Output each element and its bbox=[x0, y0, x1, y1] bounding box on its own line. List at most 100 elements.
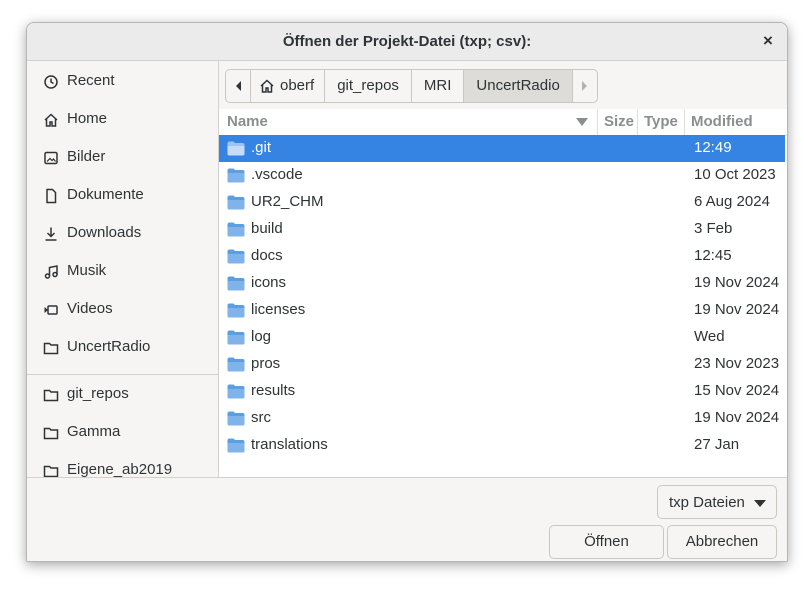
sidebar-item-label: Bilder bbox=[67, 148, 106, 165]
folder-icon bbox=[43, 465, 59, 477]
file-row[interactable]: results 15 Nov 2024 bbox=[219, 378, 785, 405]
sidebar-item-uncertradio[interactable]: UncertRadio bbox=[27, 331, 218, 365]
file-row[interactable]: pros 23 Nov 2023 bbox=[219, 351, 785, 378]
folder-icon bbox=[227, 195, 245, 210]
folder-icon bbox=[227, 357, 245, 372]
path-segment-label: oberf bbox=[280, 77, 315, 94]
close-button[interactable]: × bbox=[759, 32, 777, 50]
path-segment-oberf[interactable]: oberf bbox=[251, 70, 326, 102]
file-modified: 12:49 bbox=[694, 139, 732, 156]
sidebar-item-home[interactable]: Home bbox=[27, 103, 218, 137]
path-segment-label: git_repos bbox=[337, 77, 399, 94]
dialog-title: Öffnen der Projekt-Datei (txp; csv): bbox=[282, 33, 532, 50]
folder-icon bbox=[227, 384, 245, 399]
sidebar-item-recent[interactable]: Recent bbox=[27, 65, 218, 99]
sort-descending-icon[interactable] bbox=[576, 118, 588, 126]
music-icon bbox=[44, 265, 58, 279]
file-name: icons bbox=[251, 274, 287, 291]
file-modified: 23 Nov 2023 bbox=[694, 355, 780, 372]
sidebar-item-musik[interactable]: Musik bbox=[27, 255, 218, 289]
file-row[interactable]: build 3 Feb bbox=[219, 216, 785, 243]
sidebar-item-label: Videos bbox=[67, 300, 113, 317]
home-icon bbox=[44, 113, 58, 127]
path-segment-label: MRI bbox=[423, 77, 452, 94]
sidebar-item-gamma[interactable]: Gamma bbox=[27, 416, 218, 450]
file-browser: oberf git_repos MRI UncertRadio Name Siz… bbox=[219, 61, 787, 477]
sidebar-item-downloads[interactable]: Downloads bbox=[27, 217, 218, 251]
file-type-filter-dropdown[interactable]: txp Dateien bbox=[657, 485, 777, 519]
file-row[interactable]: .vscode 10 Oct 2023 bbox=[219, 162, 785, 189]
folder-icon bbox=[227, 249, 245, 264]
path-scroll-right-button[interactable] bbox=[573, 70, 597, 102]
image-icon bbox=[44, 151, 58, 165]
column-separator bbox=[684, 109, 685, 135]
file-modified: 27 Jan bbox=[694, 436, 740, 453]
column-header-type[interactable]: Type bbox=[644, 109, 678, 135]
sidebar-item-label: Recent bbox=[67, 72, 115, 89]
document-icon bbox=[46, 188, 57, 204]
title-bar: Öffnen der Projekt-Datei (txp; csv): × bbox=[27, 23, 787, 61]
sidebar-item-label: git_repos bbox=[67, 385, 129, 402]
file-modified: 3 Feb bbox=[694, 220, 733, 237]
path-segment-label: UncertRadio bbox=[476, 77, 560, 94]
sidebar-separator bbox=[27, 374, 218, 375]
places-sidebar: Recent Home Bilder Dokumente Downloads M… bbox=[27, 61, 219, 477]
file-name: pros bbox=[251, 355, 281, 372]
sidebar-item-dokumente[interactable]: Dokumente bbox=[27, 179, 218, 213]
file-modified: 10 Oct 2023 bbox=[694, 166, 776, 183]
open-button[interactable]: Öffnen bbox=[549, 525, 664, 559]
file-row[interactable]: icons 19 Nov 2024 bbox=[219, 270, 785, 297]
path-segment-git-repos[interactable]: git_repos bbox=[325, 70, 412, 102]
file-modified: 19 Nov 2024 bbox=[694, 301, 780, 318]
chevron-right-icon bbox=[581, 81, 587, 91]
file-row[interactable]: .git 12:49 bbox=[219, 135, 785, 162]
sidebar-item-videos[interactable]: Videos bbox=[27, 293, 218, 327]
video-icon bbox=[44, 305, 58, 315]
file-row[interactable]: log Wed bbox=[219, 324, 785, 351]
folder-icon bbox=[227, 168, 245, 183]
column-separator bbox=[637, 109, 638, 135]
cancel-button[interactable]: Abbrechen bbox=[667, 525, 777, 559]
folder-icon bbox=[227, 411, 245, 426]
sidebar-item-label: UncertRadio bbox=[67, 338, 151, 355]
file-name: docs bbox=[251, 247, 283, 264]
file-row[interactable]: docs 12:45 bbox=[219, 243, 785, 270]
pathbar-area: oberf git_repos MRI UncertRadio bbox=[219, 61, 787, 109]
file-name: src bbox=[251, 409, 271, 426]
path-scroll-left-button[interactable] bbox=[226, 70, 251, 102]
sidebar-item-label: Eigene_ab2019 bbox=[67, 461, 173, 477]
column-header-name[interactable]: Name bbox=[227, 109, 268, 135]
folder-icon bbox=[227, 141, 245, 156]
file-modified: Wed bbox=[694, 328, 725, 345]
folder-icon bbox=[43, 389, 59, 402]
folder-icon bbox=[43, 342, 59, 355]
file-name: log bbox=[251, 328, 272, 345]
file-modified: 12:45 bbox=[694, 247, 732, 264]
column-header-size[interactable]: Size bbox=[604, 109, 634, 135]
home-icon bbox=[260, 79, 274, 93]
file-name: build bbox=[251, 220, 283, 237]
chevron-left-icon bbox=[236, 81, 241, 91]
folder-icon bbox=[227, 438, 245, 453]
file-row[interactable]: translations 27 Jan bbox=[219, 432, 785, 459]
file-row[interactable]: licenses 19 Nov 2024 bbox=[219, 297, 785, 324]
file-row[interactable]: UR2_CHM 6 Aug 2024 bbox=[219, 189, 785, 216]
path-segment-uncertradio[interactable]: UncertRadio bbox=[464, 70, 573, 102]
file-type-filter-label: txp Dateien bbox=[669, 494, 745, 511]
path-segment-mri[interactable]: MRI bbox=[412, 70, 465, 102]
sidebar-item-git-repos[interactable]: git_repos bbox=[27, 378, 218, 412]
chevron-down-icon bbox=[754, 500, 766, 507]
file-row[interactable]: src 19 Nov 2024 bbox=[219, 405, 785, 432]
action-area: txp Dateien Öffnen Abbrechen bbox=[27, 477, 787, 561]
sidebar-item-label: Gamma bbox=[67, 423, 121, 440]
sidebar-item-eigene-ab2019[interactable]: Eigene_ab2019 bbox=[27, 454, 218, 477]
sidebar-item-label: Downloads bbox=[67, 224, 142, 241]
sidebar-item-bilder[interactable]: Bilder bbox=[27, 141, 218, 175]
file-name: .git bbox=[251, 139, 272, 156]
column-header-modified[interactable]: Modified bbox=[691, 109, 753, 135]
folder-icon bbox=[227, 222, 245, 237]
clock-icon bbox=[44, 75, 58, 89]
download-icon bbox=[45, 227, 57, 241]
file-modified: 6 Aug 2024 bbox=[694, 193, 770, 210]
file-name: licenses bbox=[251, 301, 306, 318]
